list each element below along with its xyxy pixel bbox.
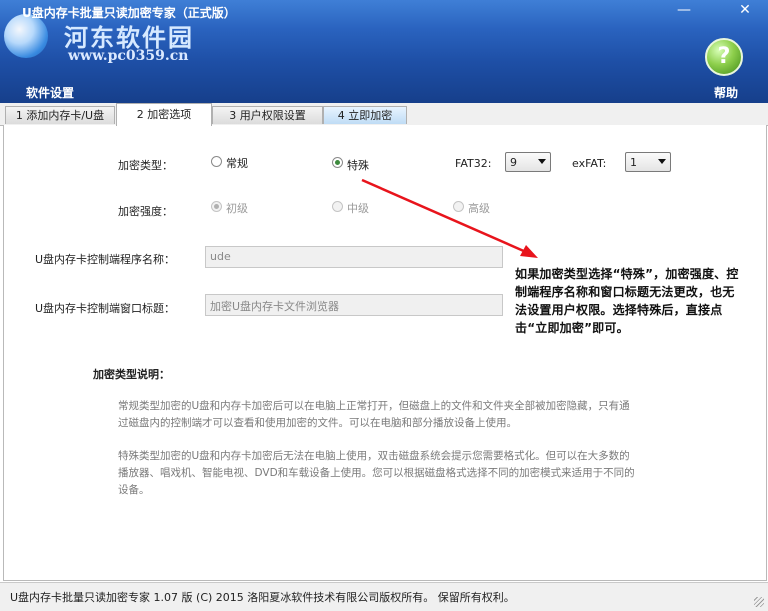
arrow-head [520,245,538,258]
description-title: 加密类型说明： [93,368,170,381]
description-special: 特殊类型加密的U盘和内存卡加密后无法在电脑上使用，双击磁盘系统会提示您需要格式化… [118,450,635,496]
resize-grip-icon[interactable] [754,597,764,607]
tab-encrypt-options[interactable]: 2 加密选项 [116,103,212,126]
annotation-callout: 如果加密类型选择“特殊”，加密强度、控制端程序名称和窗口标题无法更改，也无法设置… [515,267,739,335]
status-text: U盘内存卡批量只读加密专家 1.07 版 (C) 2015 洛阳夏冰软件技术有限… [10,591,515,604]
status-bar: U盘内存卡批量只读加密专家 1.07 版 (C) 2015 洛阳夏冰软件技术有限… [0,582,768,611]
description-normal: 常规类型加密的U盘和内存卡加密后可以在电脑上正常打开，但磁盘上的文件和文件夹全部… [118,400,630,429]
arrow-shaft [361,178,527,254]
